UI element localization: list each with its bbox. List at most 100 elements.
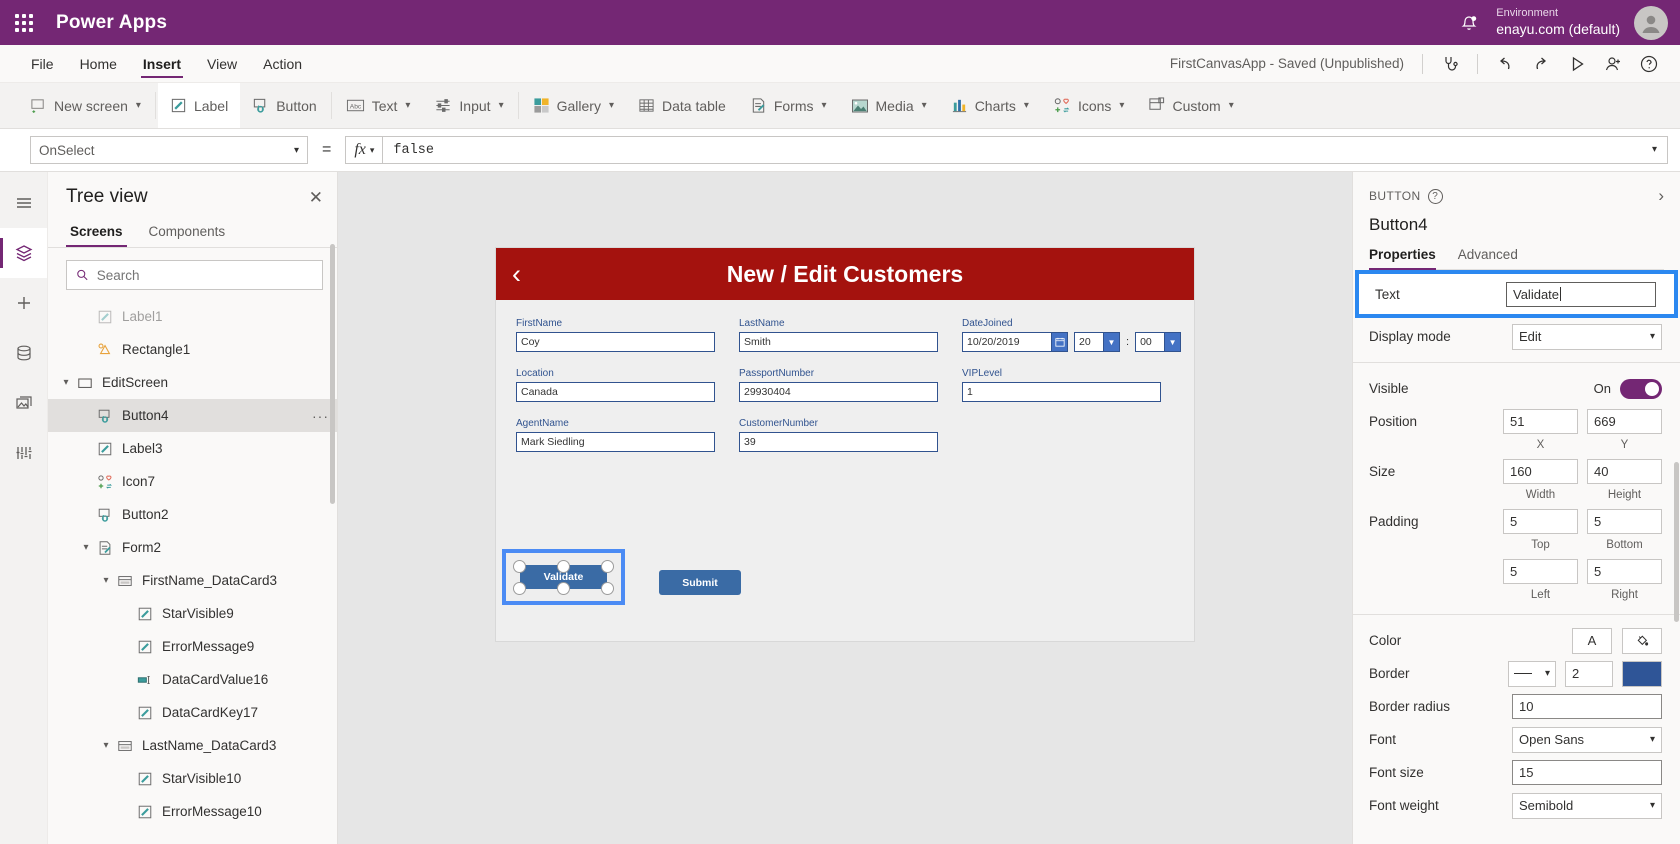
chevron-down-icon[interactable]: ▾ — [1650, 734, 1655, 745]
chevron-down-icon[interactable]: ▾ — [405, 100, 410, 111]
tree-node-label3[interactable]: Label3 — [48, 432, 337, 465]
menu-item-view[interactable]: View — [194, 45, 250, 82]
chevron-down-icon[interactable]: ▾ — [136, 100, 141, 111]
tree-node-editscreen[interactable]: ▾ EditScreen — [48, 366, 337, 399]
text-property-input[interactable]: Validate — [1506, 281, 1656, 307]
redo-icon[interactable] — [1524, 49, 1558, 79]
calendar-icon[interactable] — [1052, 332, 1068, 352]
menu-item-insert[interactable]: Insert — [130, 45, 194, 82]
resize-handle-bottom-left[interactable] — [513, 582, 526, 595]
padding-top-input[interactable]: 5 — [1503, 509, 1578, 534]
chevron-down-icon[interactable]: ▾ — [78, 542, 94, 553]
tree-node-form2[interactable]: ▾ Form2 — [48, 531, 337, 564]
ribbon-text[interactable]: Abc Text ▾ — [334, 83, 423, 128]
resize-handle-bottom-right[interactable] — [601, 582, 614, 595]
chevron-down-icon[interactable]: ▾ — [98, 575, 114, 586]
tree-node-lastname_datacard3[interactable]: ▾ LastName_DataCard3 — [48, 729, 337, 762]
chevron-down-icon[interactable]: ▾ — [1229, 100, 1234, 111]
help-question-icon[interactable] — [1632, 49, 1666, 79]
ribbon-input[interactable]: Input ▾ — [422, 83, 515, 128]
chevron-down-icon[interactable]: ▾ — [1545, 668, 1550, 679]
chevron-down-icon[interactable]: ▾ — [370, 145, 375, 156]
minute-input[interactable]: 00 — [1135, 332, 1166, 352]
app-checker-icon[interactable] — [1433, 49, 1467, 79]
tree-node-button4[interactable]: Button4 ··· — [48, 399, 337, 432]
fx-toggle-button[interactable]: fx ▾ — [345, 136, 383, 164]
tree-node-label1[interactable]: Label1 — [48, 300, 337, 333]
back-chevron-icon[interactable]: ‹ — [512, 260, 521, 288]
chevron-right-icon[interactable]: › — [1658, 186, 1664, 206]
notification-bell-icon[interactable] — [1456, 10, 1482, 36]
tab-properties[interactable]: Properties — [1369, 247, 1436, 270]
passportnumber-input[interactable]: 29930404 — [739, 382, 938, 402]
resize-handle-top-left[interactable] — [513, 560, 526, 573]
advanced-tools-icon[interactable] — [0, 428, 47, 478]
ribbon-media[interactable]: Media ▾ — [839, 83, 939, 128]
ribbon-charts[interactable]: Charts ▾ — [939, 83, 1041, 128]
tree-node-starvisible10[interactable]: StarVisible10 — [48, 762, 337, 795]
viplevel-input[interactable]: 1 — [962, 382, 1161, 402]
tree-node-datacardkey17[interactable]: DataCardKey17 — [48, 696, 337, 729]
submit-button[interactable]: Submit — [659, 570, 741, 595]
insert-plus-icon[interactable] — [0, 278, 47, 328]
chevron-down-icon[interactable]: ▾ — [1119, 100, 1124, 111]
chevron-down-icon[interactable]: ▾ — [1650, 331, 1655, 342]
formula-input[interactable]: false ▾ — [382, 136, 1668, 164]
chevron-down-icon[interactable]: ▾ — [98, 740, 114, 751]
chevron-down-icon[interactable]: ▾ — [499, 100, 504, 111]
chevron-down-icon[interactable]: ▾ — [294, 145, 299, 156]
chevron-down-icon[interactable]: ▾ — [1650, 800, 1655, 811]
menu-item-home[interactable]: Home — [67, 45, 130, 82]
menu-item-file[interactable]: File — [18, 45, 67, 82]
font-size-input[interactable]: 15 — [1512, 760, 1662, 785]
resize-handle-top-right[interactable] — [601, 560, 614, 573]
border-radius-input[interactable]: 10 — [1512, 694, 1662, 719]
visible-toggle[interactable] — [1620, 378, 1662, 399]
tree-node-firstname_datacard3[interactable]: ▾ FirstName_DataCard3 — [48, 564, 337, 597]
tree-node-datacardvalue16[interactable]: DataCardValue16 — [48, 663, 337, 696]
ribbon-button[interactable]: Button — [240, 83, 328, 128]
help-question-icon[interactable]: ? — [1427, 188, 1443, 204]
app-launcher-icon[interactable] — [0, 13, 48, 32]
tree-node-icon7[interactable]: Icon7 — [48, 465, 337, 498]
border-style-select[interactable]: ▾ — [1508, 660, 1556, 687]
position-y-input[interactable]: 669 — [1587, 409, 1662, 434]
firstname-input[interactable]: Coy — [516, 332, 715, 352]
tree-node-errormessage10[interactable]: ErrorMessage10 — [48, 795, 337, 828]
tree-node-errormessage9[interactable]: ErrorMessage9 — [48, 630, 337, 663]
menu-item-action[interactable]: Action — [250, 45, 315, 82]
media-library-icon[interactable] — [0, 378, 47, 428]
undo-icon[interactable] — [1488, 49, 1522, 79]
datejoined-input[interactable]: 10/20/2019 — [962, 332, 1052, 352]
font-select[interactable]: Open Sans ▾ — [1512, 726, 1662, 753]
environment-selector[interactable]: Environment enayu.com (default) — [1496, 7, 1620, 38]
chevron-down-icon[interactable]: ▾ — [1024, 100, 1029, 111]
tab-screens[interactable]: Screens — [66, 220, 127, 247]
user-avatar-icon[interactable] — [1634, 5, 1668, 40]
tree-view-layers-icon[interactable] — [0, 228, 47, 278]
close-icon[interactable]: ✕ — [309, 189, 323, 206]
chevron-down-icon[interactable]: ▾ — [58, 377, 74, 388]
font-weight-select[interactable]: Semibold ▾ — [1512, 792, 1662, 819]
lastname-input[interactable]: Smith — [739, 332, 938, 352]
tree-vertical-scrollbar[interactable] — [330, 244, 335, 504]
location-input[interactable]: Canada — [516, 382, 715, 402]
ribbon-icons[interactable]: Icons ▾ — [1041, 83, 1137, 128]
tree-node-more-options[interactable]: ··· — [312, 408, 329, 424]
border-color-swatch[interactable] — [1622, 660, 1662, 687]
hour-dropdown-chevron-icon[interactable]: ▼ — [1104, 332, 1120, 352]
fill-bucket-icon[interactable] — [1622, 627, 1662, 654]
customernumber-input[interactable]: 39 — [739, 432, 938, 452]
resize-handle-bottom-center[interactable] — [557, 582, 570, 595]
ribbon-new-screen[interactable]: New screen ▾ — [18, 83, 153, 128]
app-preview-canvas[interactable]: ‹ New / Edit Customers FirstName Coy Las… — [496, 248, 1194, 641]
ribbon-label[interactable]: Label — [157, 83, 241, 128]
tree-node-starvisible9[interactable]: StarVisible9 — [48, 597, 337, 630]
border-width-input[interactable]: 2 — [1565, 660, 1613, 687]
padding-bottom-input[interactable]: 5 — [1587, 509, 1662, 534]
chevron-down-icon[interactable]: ▾ — [609, 100, 614, 111]
tree-node-button2[interactable]: Button2 — [48, 498, 337, 531]
size-height-input[interactable]: 40 — [1587, 459, 1662, 484]
position-x-input[interactable]: 51 — [1503, 409, 1578, 434]
hamburger-menu-icon[interactable] — [0, 178, 47, 228]
